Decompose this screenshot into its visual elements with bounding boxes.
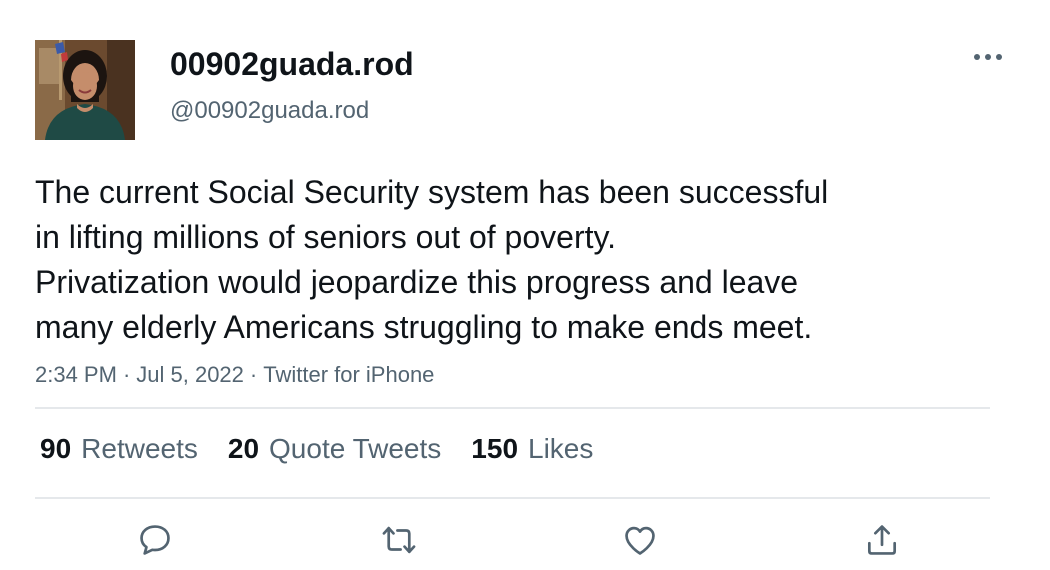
quote-tweets-count: 20 <box>227 433 260 464</box>
reply-button[interactable] <box>130 515 180 565</box>
tweet-text: The current Social Security system has b… <box>35 170 995 350</box>
tweet-text-line: many elderly Americans struggling to mak… <box>35 309 813 345</box>
retweets-count: 90 <box>40 433 72 464</box>
likes-stat[interactable]: 150 Likes <box>471 431 593 467</box>
retweets-label: Retweets <box>81 433 198 464</box>
likes-count: 150 <box>471 433 519 464</box>
author-handle[interactable]: @00902guada.rod <box>170 96 369 126</box>
tweet-source[interactable]: Twitter for iPhone <box>263 362 434 387</box>
tweet-detail: 00902guada.rod @00902guada.rod The curre… <box>0 0 1050 570</box>
retweets-stat[interactable]: 90 Retweets <box>40 431 198 467</box>
avatar[interactable] <box>35 40 135 140</box>
retweet-button[interactable] <box>374 515 424 565</box>
tweet-stats: 90 Retweets 20 Quote Tweets 150 Likes <box>40 431 623 467</box>
like-button[interactable] <box>615 515 665 565</box>
tweet-text-line: in lifting millions of seniors out of po… <box>35 219 616 255</box>
avatar-photo <box>35 40 135 140</box>
tweet-text-line: The current Social Security system has b… <box>35 174 829 210</box>
divider <box>35 497 990 499</box>
heart-icon <box>625 526 655 555</box>
tweet-time[interactable]: 2:34 PM <box>35 362 117 387</box>
likes-label: Likes <box>528 433 594 464</box>
tweet-text-line: Privatization would jeopardize this prog… <box>35 264 799 300</box>
more-options-button[interactable] <box>968 44 1008 70</box>
divider <box>35 407 990 409</box>
quote-tweets-label: Quote Tweets <box>269 433 442 464</box>
more-dots-icon <box>974 54 1002 60</box>
meta-separator: · <box>249 362 258 387</box>
author-display-name[interactable]: 00902guada.rod <box>170 44 414 84</box>
tweet-meta: 2:34 PM · Jul 5, 2022 · Twitter for iPhone <box>35 360 434 390</box>
reply-bubble-icon <box>140 525 170 555</box>
tweet-actions-bar <box>0 515 1050 565</box>
retweet-arrows-icon <box>382 526 416 554</box>
quote-tweets-stat[interactable]: 20 Quote Tweets <box>228 431 441 467</box>
meta-separator: · <box>122 362 131 387</box>
share-button[interactable] <box>857 515 907 565</box>
share-upload-icon <box>867 525 897 555</box>
tweet-date[interactable]: Jul 5, 2022 <box>136 362 244 387</box>
